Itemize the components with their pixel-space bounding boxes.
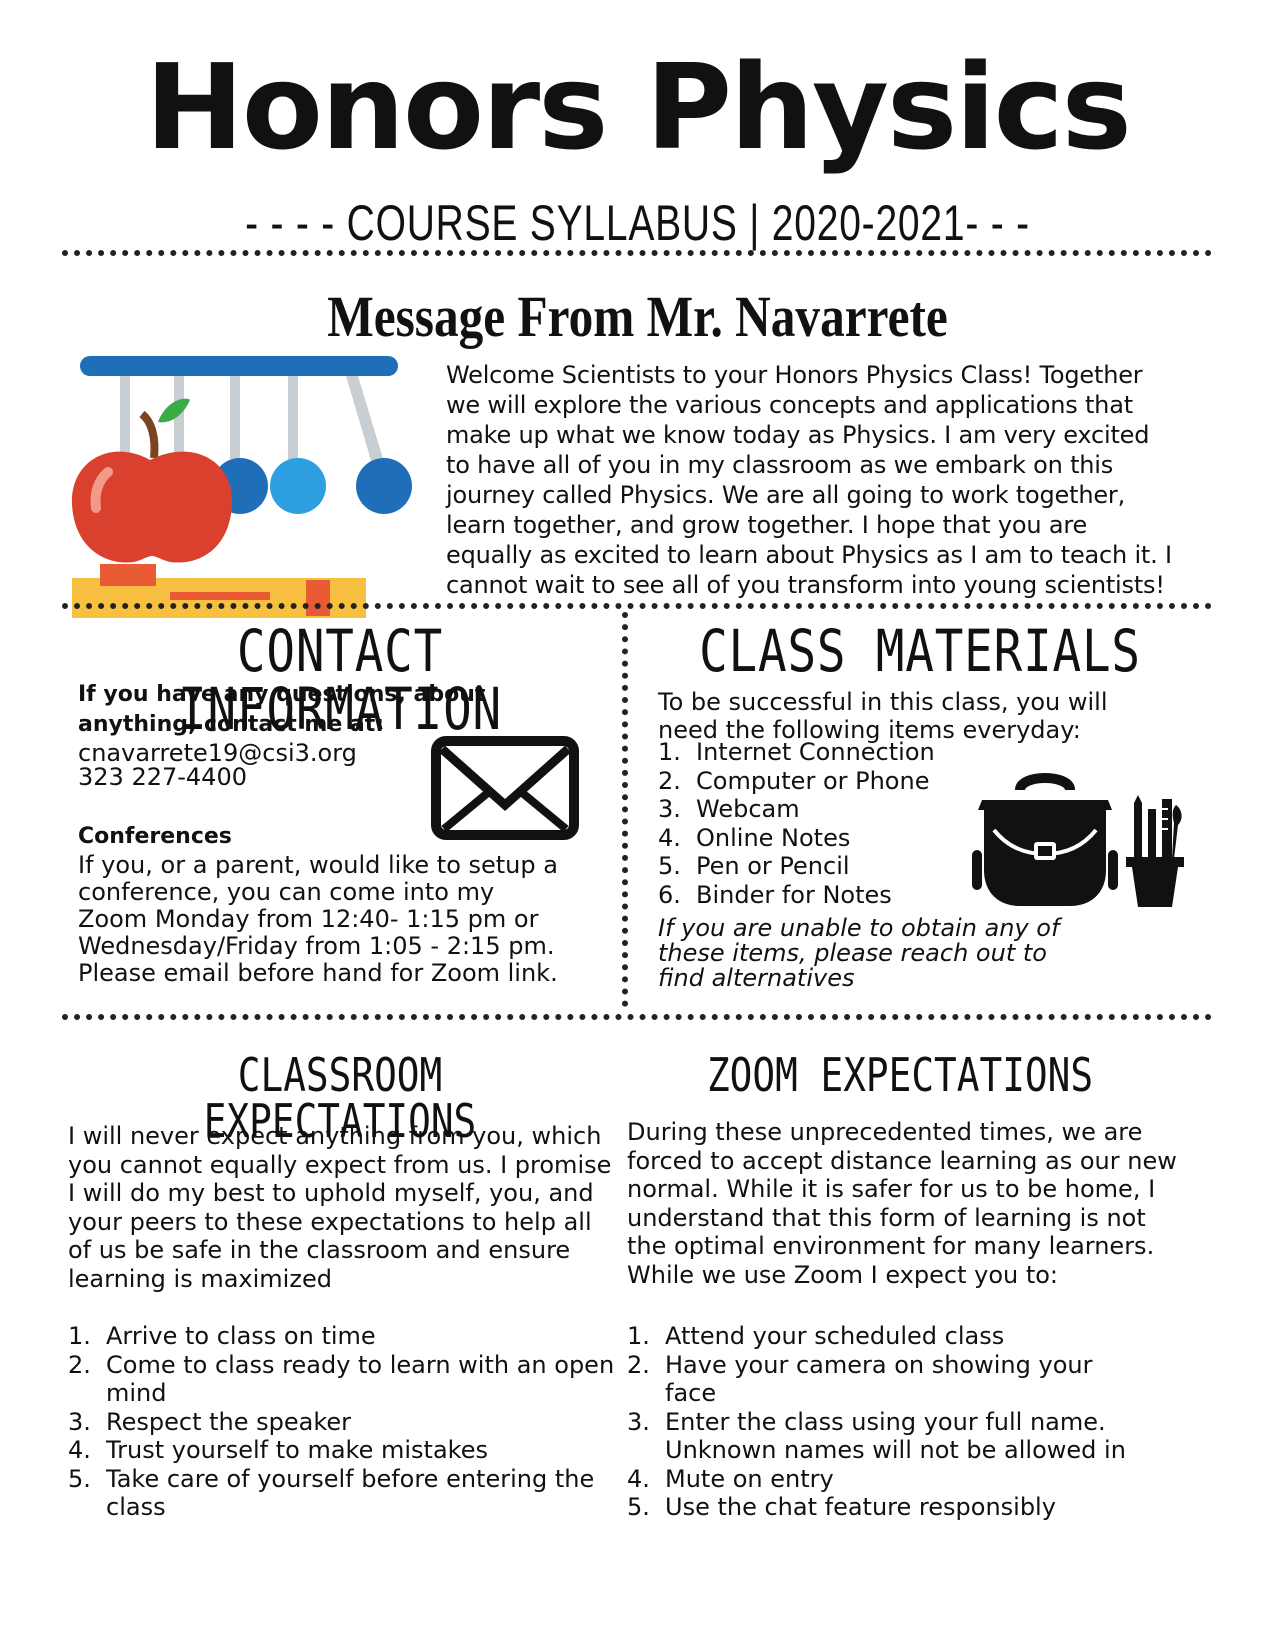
envelope-icon — [431, 736, 579, 840]
pencil-cup-icon — [1126, 795, 1184, 907]
message-title: Message From Mr. Navarrete — [327, 284, 948, 349]
materials-intro: To be successful in this class, you will… — [658, 688, 1108, 744]
list-item: 3. Respect the speaker — [68, 1407, 352, 1436]
list-item: 5. Pen or Pencil — [658, 852, 850, 880]
list-item: 1. Attend your scheduled class — [627, 1322, 1005, 1350]
materials-list: 1. Internet Connection 2. Computer or Phon… — [658, 738, 978, 909]
contact-intro: If you have any questions, about anythin… — [78, 682, 486, 737]
conferences-text: If you, or a parent, would like to setup… — [78, 851, 558, 987]
list-item: 2. Have your camera on showing your face — [627, 1350, 1093, 1408]
materials-note: If you are unable to obtain any of these… — [658, 914, 1060, 992]
list-item: 4. Trust yourself to make mistakes — [68, 1436, 488, 1464]
conferences-heading: Conferences — [78, 824, 232, 849]
list-item: 4. Mute on entry — [627, 1464, 834, 1493]
page-subtitle: - - - - COURSE SYLLABUS | 2020-2021- - - — [245, 195, 1030, 251]
backpack-icon — [972, 773, 1118, 906]
list-item: 5. Take care of yourself before entering … — [68, 1464, 595, 1522]
classroom-intro: I will never expect anything from you, w… — [68, 1122, 612, 1293]
page-title: Honors Physics — [145, 38, 1132, 176]
list-item: 1. Internet Connection — [658, 738, 935, 766]
divider — [622, 612, 628, 1007]
divider — [62, 250, 1212, 256]
list-item: 5. Use the chat feature responsibly — [627, 1493, 1056, 1521]
zoom-intro: During these unprecedented times, we are… — [627, 1118, 1177, 1289]
contact-phone: 323 227-4400 — [78, 763, 247, 791]
materials-heading: CLASS MATERIALS — [699, 617, 1141, 685]
list-item: 3. Enter the class using your full name. … — [627, 1407, 1126, 1465]
zoom-list: 1. Attend your scheduled class 2. Have you… — [627, 1322, 1147, 1522]
list-item: 1. Arrive to class on time — [68, 1322, 376, 1350]
divider — [62, 1014, 1212, 1020]
zoom-heading: ZOOM EXPECTATIONS — [706, 1048, 1094, 1102]
list-item: 4. Online Notes — [658, 823, 851, 852]
message-body: Welcome Scientists to your Honors Physic… — [446, 361, 1172, 599]
divider — [62, 603, 1212, 609]
list-item: 3. Webcam — [658, 795, 800, 823]
classroom-list: 1. Arrive to class on time 2. Come to clas… — [68, 1322, 616, 1522]
list-item: 2. Come to class ready to learn with an o… — [68, 1350, 615, 1408]
apple-pendulum-book-icon — [71, 356, 412, 618]
list-item: 6. Binder for Notes — [658, 880, 892, 909]
list-item: 2. Computer or Phone — [658, 766, 930, 795]
